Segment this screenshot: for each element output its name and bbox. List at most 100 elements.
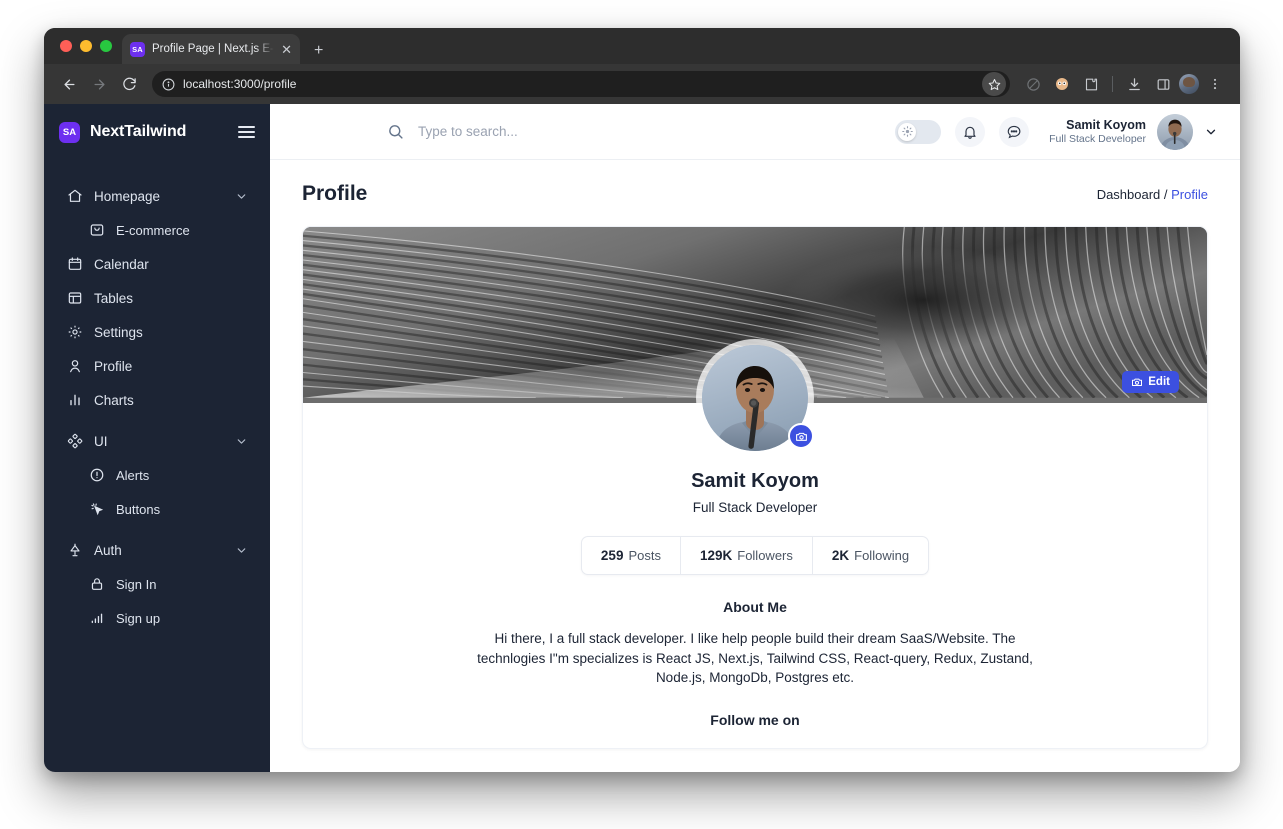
sidebar-item-tables[interactable]: Tables	[54, 281, 260, 315]
sidebar-nav: Homepage E-commerce Calendar Tables Sett…	[44, 179, 270, 635]
sidebar-brand[interactable]: SA NextTailwind	[44, 104, 270, 160]
search-bar[interactable]: Type to search...	[387, 123, 895, 140]
sidebar-item-label: Sign up	[116, 610, 161, 626]
side-panel-icon[interactable]	[1150, 71, 1176, 97]
profile-name: Samit Koyom	[691, 470, 819, 492]
gear-icon	[66, 324, 83, 341]
close-window-button[interactable]	[60, 40, 72, 52]
site-info-icon[interactable]	[162, 78, 175, 91]
sidebar-item-calendar[interactable]: Calendar	[54, 247, 260, 281]
breadcrumb: Dashboard / Profile	[1097, 187, 1208, 202]
sidebar-item-label: Profile	[94, 358, 133, 374]
tab-title: Profile Page | Next.js E-comm	[152, 43, 274, 55]
signal-bars-icon	[88, 610, 105, 627]
bell-icon[interactable]	[955, 116, 986, 147]
about-heading: About Me	[723, 599, 787, 615]
address-bar[interactable]: localhost:3000/profile	[152, 71, 1010, 97]
header-actions: Samit Koyom Full Stack Developer	[895, 113, 1218, 150]
stat-posts: 259 Posts	[582, 537, 680, 574]
new-tab-button[interactable]: +	[314, 43, 323, 59]
sidebar-item-buttons[interactable]: Buttons	[76, 492, 260, 526]
window-controls	[60, 40, 112, 52]
camera-icon	[795, 430, 808, 443]
search-icon	[387, 123, 404, 140]
edit-cover-button[interactable]: Edit	[1122, 371, 1179, 393]
back-arrow-icon[interactable]	[56, 71, 82, 97]
forward-arrow-icon[interactable]	[86, 71, 112, 97]
sidebar-item-homepage[interactable]: Homepage	[54, 179, 260, 213]
reload-icon[interactable]	[116, 71, 142, 97]
profile-stats: 259 Posts 129K Followers 2K Following	[580, 536, 930, 575]
camera-icon	[1131, 376, 1143, 388]
sidebar-item-ui[interactable]: UI	[54, 424, 260, 458]
search-input[interactable]: Type to search...	[418, 124, 518, 139]
top-header: Type to search... Samit Koyom Full Stack…	[270, 104, 1240, 160]
hamburger-icon[interactable]	[238, 126, 255, 138]
chevron-down-icon[interactable]	[1204, 125, 1218, 139]
sidebar-item-label: Auth	[94, 542, 122, 558]
brand-logo-icon: SA	[59, 121, 80, 143]
stat-following: 2K Following	[811, 537, 928, 574]
sidebar-item-profile[interactable]: Profile	[54, 349, 260, 383]
user-role: Full Stack Developer	[1049, 132, 1146, 145]
breadcrumb-parent[interactable]: Dashboard /	[1097, 187, 1168, 202]
chat-bubble-icon[interactable]	[999, 116, 1030, 147]
history-off-icon[interactable]	[1020, 71, 1046, 97]
sidebar-item-label: Alerts	[116, 467, 150, 483]
browser-profile-avatar[interactable]	[1179, 74, 1199, 94]
breadcrumb-current[interactable]: Profile	[1171, 187, 1208, 202]
theme-toggle[interactable]	[895, 119, 942, 144]
sidebar-item-e-commerce[interactable]: E-commerce	[76, 213, 260, 247]
sidebar-item-label: Sign In	[116, 576, 157, 592]
browser-tab-strip: SA Profile Page | Next.js E-comm ✕ +	[44, 28, 1240, 64]
sidebar-item-label: UI	[94, 433, 108, 449]
bar-chart-icon	[66, 392, 83, 409]
follow-heading: Follow me on	[710, 711, 800, 728]
table-icon	[66, 290, 83, 307]
shopping-bag-icon	[88, 222, 105, 239]
star-icon[interactable]	[982, 72, 1006, 96]
sidebar-item-charts[interactable]: Charts	[54, 383, 260, 417]
stat-label: Followers	[737, 548, 793, 563]
browser-window: SA Profile Page | Next.js E-comm ✕ + loc…	[44, 28, 1240, 772]
extension-icon[interactable]	[1049, 71, 1075, 97]
profile-role: Full Stack Developer	[692, 500, 818, 515]
user-menu[interactable]: Samit Koyom Full Stack Developer	[1049, 113, 1218, 150]
sidebar-item-label: Buttons	[116, 501, 161, 517]
sidebar-item-sign-up[interactable]: Sign up	[76, 601, 260, 635]
profile-card: Edit Samit Koyom Full Stack Developer 25…	[302, 226, 1208, 749]
download-icon[interactable]	[1121, 71, 1147, 97]
user-icon	[66, 358, 83, 375]
sidebar-item-sign-in[interactable]: Sign In	[76, 567, 260, 601]
tab-favicon: SA	[130, 41, 145, 57]
alert-circle-icon	[88, 467, 105, 484]
sidebar-item-settings[interactable]: Settings	[54, 315, 260, 349]
calendar-icon	[66, 256, 83, 273]
shapes-icon	[66, 433, 83, 450]
page-content: Profile Dashboard / Profile Edit Samit K…	[270, 160, 1240, 772]
chevron-down-icon[interactable]	[235, 190, 248, 203]
stat-value: 259	[600, 548, 624, 563]
toolbar-divider	[1112, 76, 1113, 92]
sidebar: SA NextTailwind Homepage E-commerce Cale…	[44, 104, 270, 772]
kebab-menu-icon[interactable]	[1202, 71, 1228, 97]
edit-avatar-button[interactable]	[788, 423, 814, 449]
maximize-window-button[interactable]	[100, 40, 112, 52]
minimize-window-button[interactable]	[80, 40, 92, 52]
stat-value: 2K	[831, 548, 850, 563]
browser-tab[interactable]: SA Profile Page | Next.js E-comm ✕	[122, 34, 300, 64]
sidebar-item-label: Settings	[94, 324, 143, 340]
chevron-down-icon[interactable]	[235, 435, 248, 448]
edit-cover-label: Edit	[1148, 376, 1170, 388]
close-icon[interactable]: ✕	[281, 43, 292, 56]
sidebar-item-auth[interactable]: Auth	[54, 533, 260, 567]
chevron-down-icon[interactable]	[235, 544, 248, 557]
puzzle-icon[interactable]	[1078, 71, 1104, 97]
home-icon	[66, 188, 83, 205]
sidebar-item-alerts[interactable]: Alerts	[76, 458, 260, 492]
page-title: Profile	[302, 182, 368, 205]
avatar[interactable]	[1157, 113, 1193, 150]
cursor-click-icon	[88, 501, 105, 518]
stat-label: Posts	[628, 548, 661, 563]
